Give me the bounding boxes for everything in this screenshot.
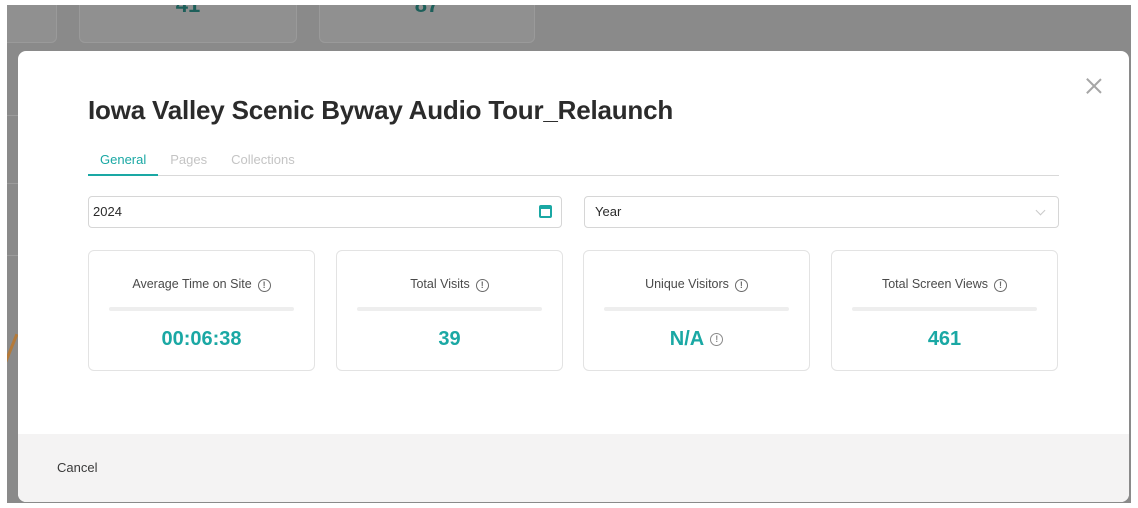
stat-divider bbox=[852, 307, 1037, 311]
stat-card-unique-visitors: Unique Visitors! N/A! bbox=[583, 250, 810, 371]
chevron-down-icon bbox=[1035, 205, 1046, 216]
info-icon[interactable]: ! bbox=[734, 279, 748, 292]
stat-label-text: Unique Visitors bbox=[645, 277, 729, 291]
stat-card-total-screen-views: Total Screen Views! 461 bbox=[831, 250, 1058, 371]
stat-divider bbox=[604, 307, 789, 311]
cancel-button[interactable]: Cancel bbox=[57, 460, 97, 475]
background-card-value: 87 bbox=[415, 5, 439, 17]
stat-label-text: Total Screen Views bbox=[881, 277, 989, 291]
stat-label: Total Screen Views! bbox=[832, 277, 1057, 292]
close-icon[interactable] bbox=[1083, 75, 1105, 97]
stat-label: Total Visits! bbox=[337, 277, 562, 292]
background-card bbox=[7, 5, 57, 43]
stat-card-average-time: Average Time on Site! 00:06:38 bbox=[88, 250, 315, 371]
stat-value: 00:06:38 bbox=[161, 328, 242, 350]
period-select-value: Year bbox=[595, 204, 622, 219]
tab-bar: General Pages Collections bbox=[88, 151, 1059, 176]
period-select[interactable]: Year bbox=[584, 196, 1059, 228]
stat-divider bbox=[357, 307, 542, 311]
stats-cards: Average Time on Site! 00:06:38 Total Vis… bbox=[88, 250, 1059, 372]
background-chart-line bbox=[7, 333, 19, 367]
stat-label-text: Total Visits bbox=[410, 277, 470, 291]
info-icon[interactable]: ! bbox=[710, 333, 724, 346]
stat-label: Unique Visitors! bbox=[584, 277, 809, 292]
stat-divider bbox=[109, 307, 294, 311]
stat-label-text: Average Time on Site bbox=[132, 277, 252, 291]
modal-footer: Cancel bbox=[18, 434, 1129, 502]
stat-card-total-visits: Total Visits! 39 bbox=[336, 250, 563, 371]
calendar-icon[interactable] bbox=[539, 205, 552, 218]
date-input-value: 2024 bbox=[93, 204, 122, 219]
info-icon[interactable]: ! bbox=[257, 279, 271, 292]
stat-value: N/A bbox=[669, 328, 705, 350]
stat-value: 39 bbox=[438, 328, 461, 350]
background-card: 41 bbox=[79, 5, 297, 43]
tab-general[interactable]: General bbox=[88, 151, 159, 176]
tab-collections[interactable]: Collections bbox=[219, 151, 307, 176]
stat-value-row: N/A! bbox=[584, 328, 809, 351]
stat-value: 461 bbox=[927, 328, 962, 350]
year-date-input[interactable]: 2024 bbox=[88, 196, 562, 228]
stat-label: Average Time on Site! bbox=[89, 277, 314, 292]
tab-pages[interactable]: Pages bbox=[158, 151, 219, 176]
background-card-value: 41 bbox=[176, 5, 200, 17]
background-card: 87 bbox=[319, 5, 535, 43]
info-icon[interactable]: ! bbox=[994, 279, 1008, 292]
info-icon[interactable]: ! bbox=[475, 279, 489, 292]
stats-modal: Iowa Valley Scenic Byway Audio Tour_Rela… bbox=[18, 51, 1129, 502]
modal-title: Iowa Valley Scenic Byway Audio Tour_Rela… bbox=[88, 95, 674, 125]
